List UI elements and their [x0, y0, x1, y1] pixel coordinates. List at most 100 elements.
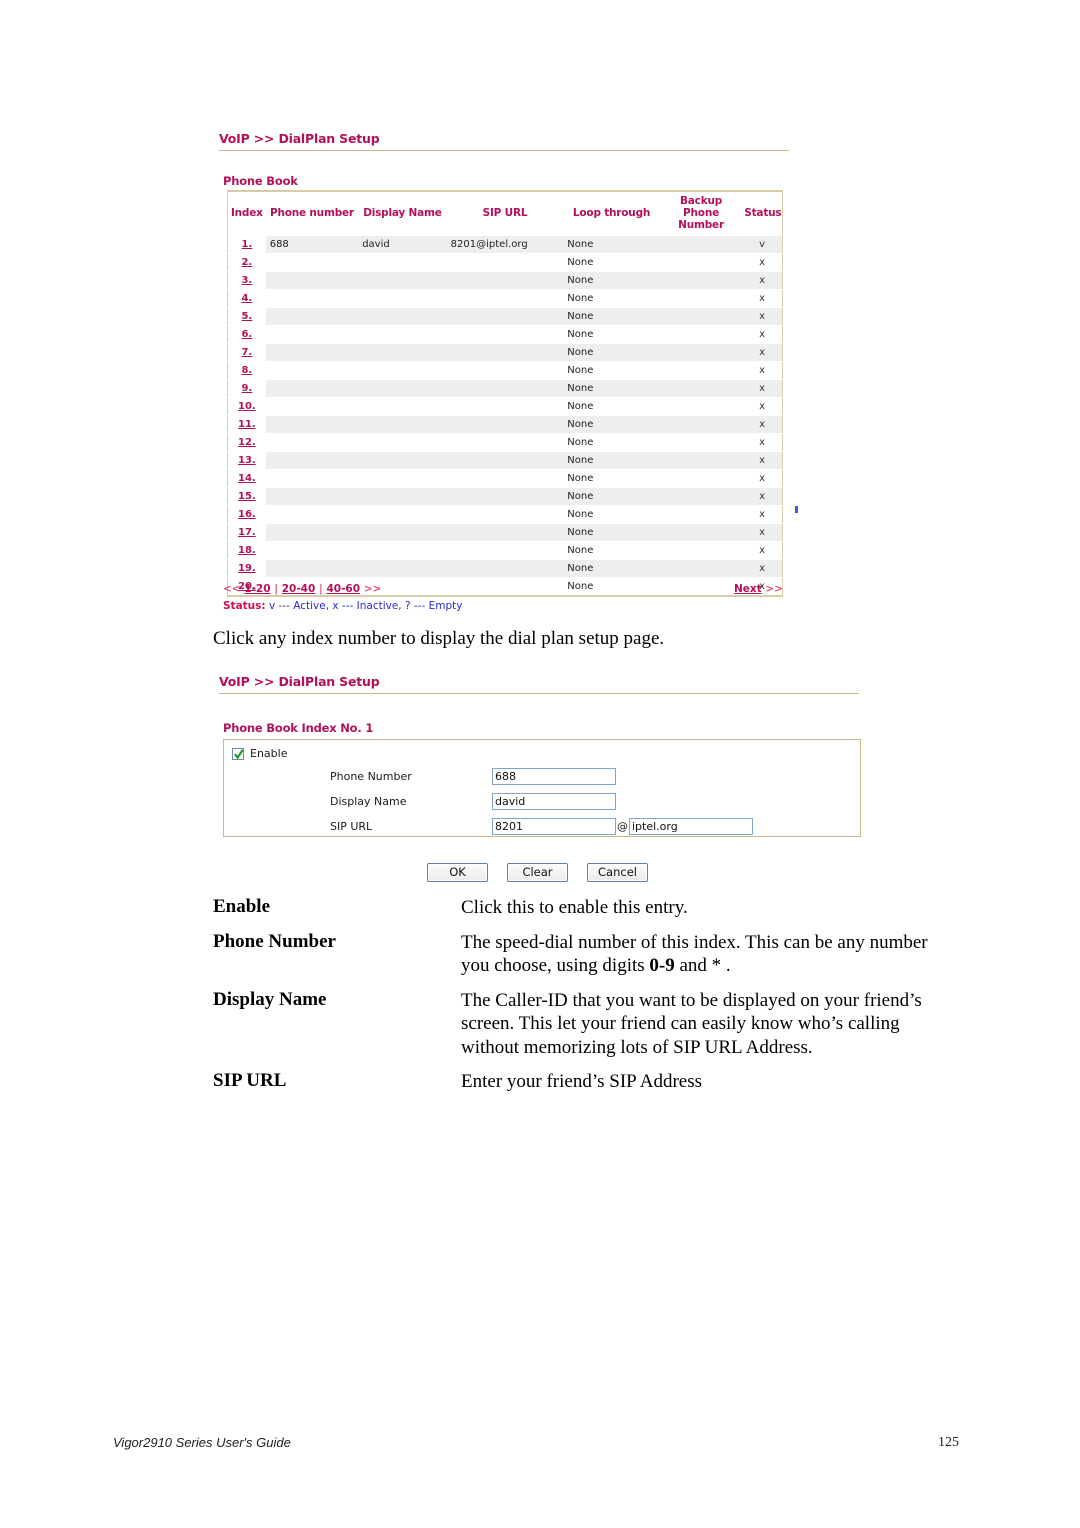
index-link[interactable]: 9.: [241, 383, 252, 394]
definition-desc-phone-number: The speed-dial number of this index. Thi…: [461, 931, 928, 978]
index-link[interactable]: 8.: [241, 365, 252, 376]
index-link[interactable]: 16.: [238, 509, 256, 520]
table-cell-index[interactable]: 9.: [227, 379, 266, 399]
index-link[interactable]: 17.: [238, 527, 256, 538]
table-cell-index[interactable]: 16.: [227, 505, 266, 525]
table-cell-index[interactable]: 7.: [227, 343, 266, 363]
table-cell-display-name: [358, 289, 447, 309]
table-cell-loop-through: None: [563, 236, 660, 255]
pagination-page-20-40[interactable]: 20-40: [282, 583, 316, 595]
enable-checkbox[interactable]: [232, 747, 244, 760]
table-cell-backup-number: [659, 487, 743, 507]
table-cell-status: x: [742, 559, 783, 579]
definition-line: The Caller-ID that you want to be displa…: [461, 989, 922, 1011]
table-cell-index[interactable]: 1.: [227, 236, 266, 255]
table-cell-status: x: [742, 541, 783, 561]
table-cell-phone: [265, 505, 359, 525]
pagination-more-arrows[interactable]: >>: [364, 583, 382, 595]
table-cell-index[interactable]: 4.: [227, 289, 266, 309]
table-cell-index[interactable]: 12.: [227, 433, 266, 453]
ok-button[interactable]: OK: [427, 863, 488, 882]
table-cell-status: x: [742, 487, 783, 507]
table-cell-index[interactable]: 8.: [227, 361, 266, 381]
table-cell-sip-url: [446, 577, 564, 597]
table-row: 11. None x: [227, 415, 783, 435]
definition-phone-number: Phone Number The speed-dial number of th…: [213, 931, 973, 978]
index-link[interactable]: 6.: [241, 329, 252, 340]
index-link[interactable]: 18.: [238, 545, 256, 556]
table-row: 13. None x: [227, 451, 783, 471]
enable-checkbox-row[interactable]: Enable: [232, 747, 287, 760]
index-link[interactable]: 13.: [238, 455, 256, 466]
table-cell-index[interactable]: 2.: [227, 253, 266, 273]
table-row: 7. None x: [227, 343, 783, 363]
table-cell-phone: [265, 541, 359, 561]
table-cell-status: x: [742, 343, 783, 363]
phone-book-index-heading: Phone Book Index No. 1: [223, 721, 374, 735]
table-cell-loop-through: None: [563, 451, 660, 471]
index-link[interactable]: 14.: [238, 473, 256, 484]
definition-enable: Enable Click this to enable this entry.: [213, 896, 973, 920]
table-cell-index[interactable]: 19.: [227, 559, 266, 579]
table-cell-loop-through: None: [563, 343, 660, 363]
sip-url-domain-input[interactable]: iptel.org: [629, 817, 753, 835]
sip-url-label: SIP URL: [330, 819, 373, 833]
table-cell-index[interactable]: 13.: [227, 451, 266, 471]
index-link[interactable]: 15.: [238, 491, 256, 502]
pagination-prev-arrows[interactable]: <<: [223, 583, 241, 595]
table-cell-index[interactable]: 18.: [227, 541, 266, 561]
table-cell-backup-number: [659, 577, 743, 597]
table-cell-backup-number: [659, 397, 743, 417]
index-link[interactable]: 19.: [238, 563, 256, 574]
table-cell-sip-url: [446, 361, 564, 381]
table-cell-loop-through: None: [563, 253, 660, 273]
table-cell-sip-url: [446, 307, 564, 327]
table-cell-sip-url: [446, 487, 564, 507]
table-cell-status: x: [742, 469, 783, 489]
pagination-page-1-20[interactable]: 1-20: [244, 583, 270, 595]
table-cell-index[interactable]: 3.: [227, 271, 266, 291]
index-link[interactable]: 1.: [241, 239, 252, 250]
index-link[interactable]: 5.: [241, 311, 252, 322]
index-link[interactable]: 11.: [238, 419, 256, 430]
index-link[interactable]: 4.: [241, 293, 252, 304]
table-cell-index[interactable]: 17.: [227, 523, 266, 543]
display-name-input[interactable]: david: [492, 792, 616, 810]
index-link[interactable]: 7.: [241, 347, 252, 358]
table-cell-index[interactable]: 15.: [227, 487, 266, 507]
table-cell-sip-url: 8201@iptel.org: [446, 236, 564, 255]
table-cell-loop-through: None: [563, 469, 660, 489]
definition-text: you choose, using digits: [461, 955, 650, 977]
table-cell-loop-through: None: [563, 325, 660, 345]
clear-button[interactable]: Clear: [507, 863, 568, 882]
definition-desc-enable: Click this to enable this entry.: [461, 896, 688, 920]
table-cell-index[interactable]: 11.: [227, 415, 266, 435]
next-page-link[interactable]: Next: [734, 583, 762, 595]
breadcrumb-divider-detail: [219, 693, 859, 694]
table-cell-index[interactable]: 6.: [227, 325, 266, 345]
table-cell-display-name: [358, 487, 447, 507]
display-name-label: Display Name: [330, 794, 407, 808]
index-link[interactable]: 12.: [238, 437, 256, 448]
index-link[interactable]: 10.: [238, 401, 256, 412]
column-header-display: Display Name: [358, 191, 447, 237]
index-link[interactable]: 3.: [241, 275, 252, 286]
sip-url-user-input[interactable]: 8201: [492, 817, 616, 835]
pagination-next[interactable]: Next >>: [734, 583, 783, 595]
table-cell-phone: [265, 343, 359, 363]
table-cell-display-name: [358, 559, 447, 579]
table-cell-backup-number: [659, 236, 743, 255]
pagination-page-40-60[interactable]: 40-60: [326, 583, 360, 595]
breadcrumb-detail: VoIP >> DialPlan Setup: [219, 674, 380, 689]
cancel-button[interactable]: Cancel: [587, 863, 648, 882]
index-link[interactable]: 2.: [241, 257, 252, 268]
table-cell-loop-through: None: [563, 415, 660, 435]
table-cell-sip-url: [446, 379, 564, 399]
table-cell-index[interactable]: 14.: [227, 469, 266, 489]
table-cell-status: x: [742, 379, 783, 399]
table-cell-index[interactable]: 5.: [227, 307, 266, 327]
table-cell-display-name: [358, 361, 447, 381]
column-header-loop: Loop through: [563, 191, 660, 237]
table-cell-index[interactable]: 10.: [227, 397, 266, 417]
phone-number-input[interactable]: 688: [492, 767, 616, 785]
